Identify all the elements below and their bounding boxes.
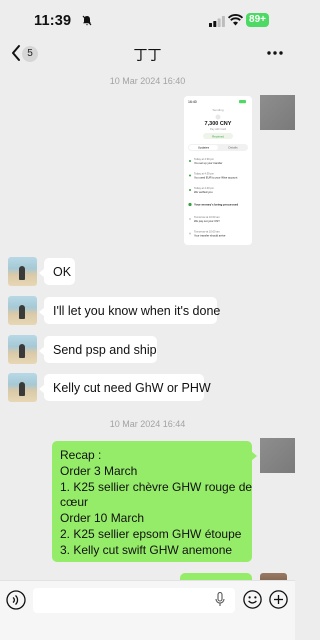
recap-line: cœur <box>60 495 88 510</box>
timeline-text: We pay out your CNY <box>194 219 220 223</box>
wifi-icon <box>228 14 243 26</box>
timeline-dot <box>188 202 192 207</box>
svg-text:Updates: Updates <box>198 146 210 150</box>
image-message[interactable]: 16:40 Sending 7,300 CNY Pay with Card Re… <box>184 96 252 245</box>
svg-text:Received: Received <box>212 134 224 138</box>
timeline-text: You set up your transfer <box>194 161 223 165</box>
timeline-dot <box>189 232 191 235</box>
status-bar: 11:39 89+ <box>0 0 295 40</box>
recap-message-bubble[interactable]: Recap : Order 3 March 1. K25 sellier chè… <box>52 441 257 562</box>
message-timestamp: 10 Mar 2024 16:40 <box>109 76 186 86</box>
recap-line: Order 3 March <box>60 463 138 478</box>
voice-icon[interactable] <box>6 590 26 610</box>
timeline-dot <box>189 160 191 162</box>
transfer-screenshot: 16:40 Sending 7,300 CNY Pay with Card Re… <box>184 96 252 245</box>
svg-text:Sending: Sending <box>212 108 223 112</box>
timeline-time: Today at 4:39 pm <box>194 172 214 176</box>
recap-line: 2. K25 sellier epsom GHW étoupe <box>60 526 242 541</box>
message-bubble[interactable]: Send psp and ship <box>39 336 157 363</box>
timeline-time: Tomorrow at 10:00 am <box>194 215 220 219</box>
timeline-text: Your transfer should arrive <box>194 234 226 238</box>
microphone-icon[interactable] <box>215 592 225 607</box>
message-bubble[interactable]: Kelly cut need GhW or PHW <box>39 374 211 401</box>
my-avatar[interactable] <box>260 438 295 473</box>
plus-icon[interactable] <box>269 590 288 609</box>
timeline-text: We verified you <box>194 190 213 194</box>
svg-text:Details: Details <box>228 146 238 150</box>
chat-header: 5 丁丁 <box>0 38 295 68</box>
message-input-bar <box>0 580 295 640</box>
battery-indicator: 89+ <box>246 13 269 27</box>
contact-avatar[interactable] <box>8 257 37 286</box>
timeline-time: Today at 4:40 pm <box>194 186 214 190</box>
chat-title: 丁丁 <box>133 47 162 63</box>
timeline-time: Today at 4:39 pm <box>194 157 214 161</box>
svg-text:7,300 CNY: 7,300 CNY <box>205 121 232 127</box>
recap-line: 1. K25 sellier chèvre GHW rouge de <box>60 479 253 494</box>
contact-avatar[interactable] <box>8 335 37 364</box>
status-time: 11:39 <box>34 13 72 29</box>
contact-avatar[interactable] <box>8 373 37 402</box>
timeline-text: Your money's being processed <box>194 203 238 207</box>
timeline-text: You used EUR to your Wise account <box>194 176 238 180</box>
ellipsis-icon[interactable] <box>266 47 284 59</box>
svg-text:16:40: 16:40 <box>188 100 197 104</box>
timeline-dot <box>189 218 191 220</box>
signal-icon <box>209 16 225 27</box>
my-avatar[interactable] <box>260 95 295 130</box>
emoji-icon[interactable] <box>243 590 262 609</box>
message-bubble[interactable]: I'll let you know when it's done <box>39 297 220 324</box>
contact-avatar[interactable] <box>8 296 37 325</box>
timeline-dot <box>189 174 191 177</box>
recap-line: Order 10 March <box>60 511 145 526</box>
recap-line: 3. Kelly cut swift GHW anemone <box>60 542 233 557</box>
message-timestamp: 10 Mar 2024 16:44 <box>109 419 186 429</box>
recap-line: Recap : <box>60 448 102 462</box>
timeline-time: Tomorrow at 10:00 am <box>194 230 220 234</box>
bell-slash-icon <box>82 15 92 26</box>
svg-text:Pay with Card: Pay with Card <box>210 127 227 131</box>
message-input[interactable] <box>33 588 235 613</box>
timeline-dot <box>189 189 191 191</box>
message-bubble[interactable]: OK <box>39 258 75 285</box>
